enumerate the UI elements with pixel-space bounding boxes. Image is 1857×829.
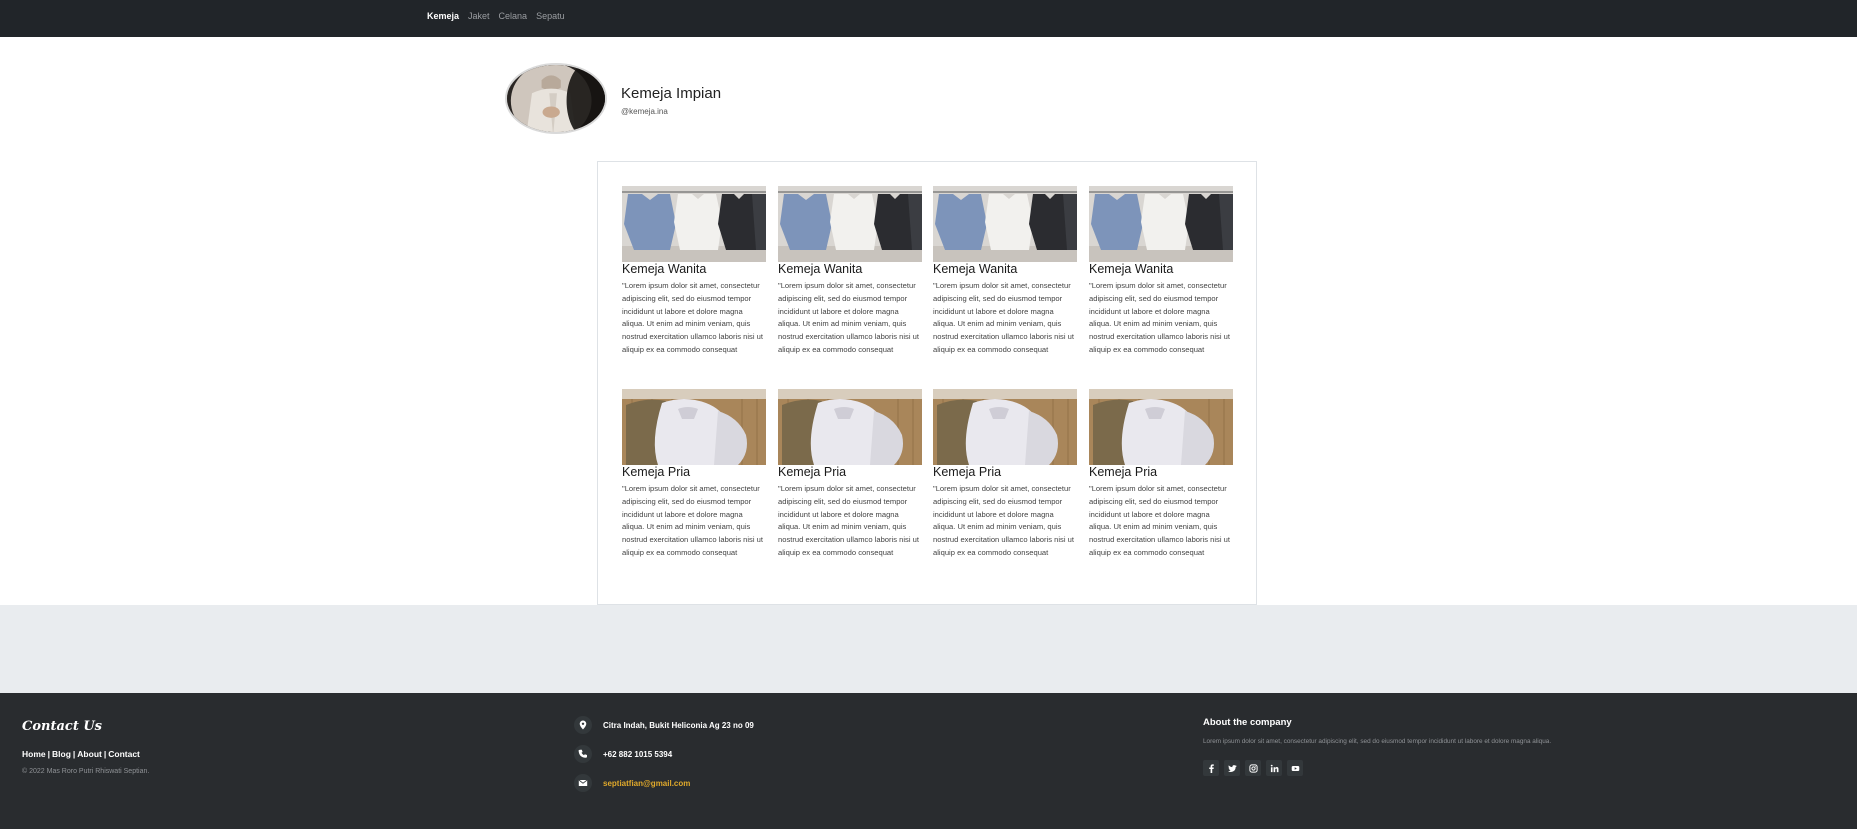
product-description: "Lorem ipsum dolor sit amet, consectetur… <box>622 484 763 557</box>
product-title: Kemeja Pria <box>778 465 847 479</box>
contact-address-text: Citra Indah, Bukit Heliconia Ag 23 no 09 <box>603 720 754 730</box>
product-description: "Lorem ipsum dolor sit amet, consectetur… <box>933 484 1074 557</box>
social-links <box>1203 760 1303 776</box>
product-card[interactable]: Kemeja Wanita "Lorem ipsum dolor sit ame… <box>622 186 766 357</box>
product-image-women-shirts <box>778 186 922 262</box>
product-title: Kemeja Wanita <box>622 262 707 276</box>
product-card[interactable]: Kemeja Wanita "Lorem ipsum dolor sit ame… <box>778 186 922 357</box>
product-description: "Lorem ipsum dolor sit amet, consectetur… <box>933 281 1074 354</box>
profile-avatar <box>505 63 607 134</box>
nav-links: Kemeja Jaket Celana Sepatu <box>427 11 565 21</box>
footer-brand: Contact Us <box>22 719 102 734</box>
footer-link-home[interactable]: Home <box>22 749 46 759</box>
contact-address: Citra Indah, Bukit Heliconia Ag 23 no 09 <box>574 716 754 734</box>
site-footer: Contact Us Home | Blog | About | Contact © 202… <box>0 693 1857 829</box>
nav-link-jaket[interactable]: Jaket <box>468 11 490 21</box>
product-card[interactable]: Kemeja Wanita "Lorem ipsum dolor sit ame… <box>933 186 1077 357</box>
product-title: Kemeja Pria <box>622 465 691 479</box>
footer-spacer-band <box>0 605 1857 693</box>
product-image-women-shirts <box>622 186 766 262</box>
about-title: About the company <box>1203 717 1292 728</box>
about-text: Lorem ipsum dolor sit amet, consectetur … <box>1203 738 1552 745</box>
nav-link-celana[interactable]: Celana <box>499 11 528 21</box>
footer-links: Home | Blog | About | Contact <box>22 749 140 759</box>
product-image-men-shirts <box>778 389 922 465</box>
footer-link-separator: | <box>103 749 107 759</box>
product-description: "Lorem ipsum dolor sit amet, consectetur… <box>1089 281 1230 354</box>
nav-link-sepatu[interactable]: Sepatu <box>536 11 565 21</box>
contact-email: septiatfian@gmail.com <box>574 774 690 792</box>
product-title: Kemeja Wanita <box>778 262 863 276</box>
footer-link-contact[interactable]: Contact <box>108 749 140 759</box>
linkedin-icon[interactable] <box>1266 760 1282 776</box>
product-title: Kemeja Pria <box>933 465 1002 479</box>
product-panel: Kemeja Wanita "Lorem ipsum dolor sit ame… <box>597 161 1257 605</box>
facebook-icon[interactable] <box>1203 760 1219 776</box>
product-card[interactable]: Kemeja Pria "Lorem ipsum dolor sit amet,… <box>933 389 1077 560</box>
map-marker-icon <box>574 716 592 734</box>
product-card[interactable]: Kemeja Wanita "Lorem ipsum dolor sit ame… <box>1089 186 1233 357</box>
contact-phone: +62 882 1015 5394 <box>574 745 672 763</box>
youtube-icon[interactable] <box>1287 760 1303 776</box>
product-card[interactable]: Kemeja Pria "Lorem ipsum dolor sit amet,… <box>778 389 922 560</box>
product-image-women-shirts <box>1089 186 1233 262</box>
footer-link-about[interactable]: About <box>77 749 102 759</box>
phone-icon <box>574 745 592 763</box>
top-navbar: Kemeja Jaket Celana Sepatu <box>0 0 1857 37</box>
nav-link-kemeja[interactable]: Kemeja <box>427 11 459 21</box>
footer-link-blog[interactable]: Blog <box>52 749 71 759</box>
product-description: "Lorem ipsum dolor sit amet, consectetur… <box>778 484 919 557</box>
footer-link-separator: | <box>47 749 51 759</box>
product-title: Kemeja Pria <box>1089 465 1158 479</box>
product-card[interactable]: Kemeja Pria "Lorem ipsum dolor sit amet,… <box>622 389 766 560</box>
product-description: "Lorem ipsum dolor sit amet, consectetur… <box>778 281 919 354</box>
product-image-men-shirts <box>622 389 766 465</box>
product-description: "Lorem ipsum dolor sit amet, consectetur… <box>622 281 763 354</box>
profile-name: Kemeja Impian <box>621 85 722 102</box>
product-image-men-shirts <box>933 389 1077 465</box>
contact-email-link[interactable]: septiatfian@gmail.com <box>603 779 690 788</box>
product-image-men-shirts <box>1089 389 1233 465</box>
product-card[interactable]: Kemeja Pria "Lorem ipsum dolor sit amet,… <box>1089 389 1233 560</box>
footer-link-separator: | <box>72 749 76 759</box>
profile-handle: @kemeja.ina <box>621 107 668 116</box>
product-title: Kemeja Wanita <box>1089 262 1174 276</box>
product-title: Kemeja Wanita <box>933 262 1018 276</box>
product-description: "Lorem ipsum dolor sit amet, consectetur… <box>1089 484 1230 557</box>
instagram-icon[interactable] <box>1245 760 1261 776</box>
twitter-icon[interactable] <box>1224 760 1240 776</box>
contact-phone-text: +62 882 1015 5394 <box>603 749 673 759</box>
envelope-icon <box>574 774 592 792</box>
product-image-women-shirts <box>933 186 1077 262</box>
footer-copyright: © 2022 Mas Roro Putri Rhiswati Septian. <box>22 768 150 775</box>
